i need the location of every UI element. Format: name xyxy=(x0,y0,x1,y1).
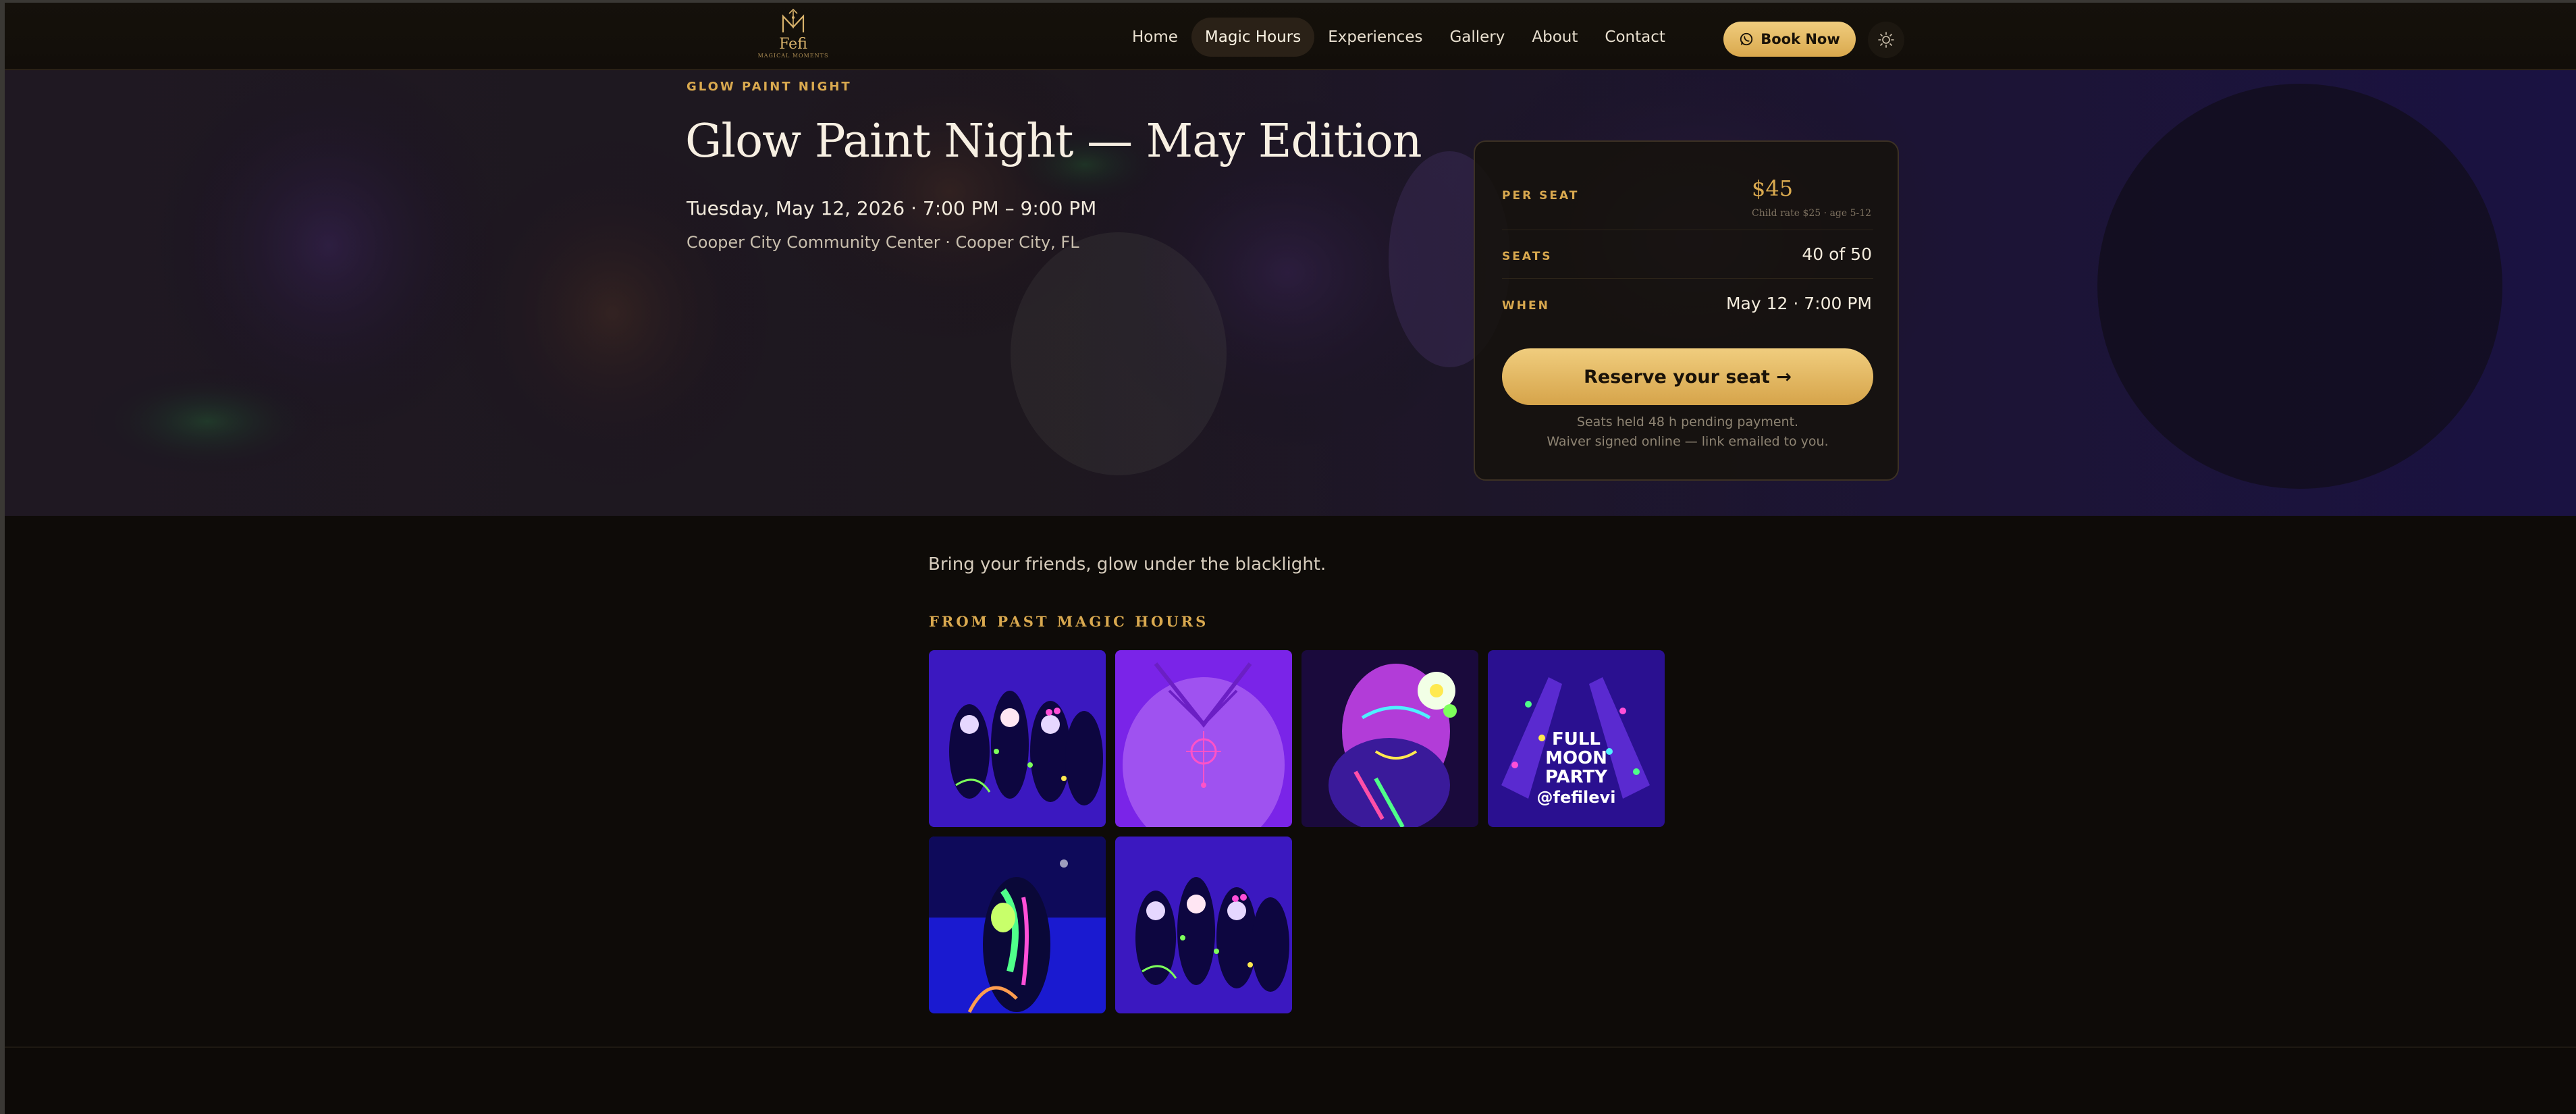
waiver-note: Waiver signed online — link emailed to y… xyxy=(1547,434,1829,449)
sun-icon xyxy=(1878,32,1894,48)
logo-emblem-icon xyxy=(782,8,805,32)
booking-card: PER SEAT $45 Child rate $25 · age 5-12 S… xyxy=(1474,140,1899,481)
book-now-button[interactable]: Book Now xyxy=(1723,22,1856,57)
reserve-seat-button[interactable]: Reserve your seat → xyxy=(1502,348,1873,405)
gallery-heading: FROM PAST MAGIC HOURS xyxy=(929,613,1209,630)
page-footer xyxy=(5,1048,2576,1114)
event-eyebrow: GLOW PAINT NIGHT xyxy=(687,80,852,94)
nav-link-about[interactable]: About xyxy=(1518,18,1591,57)
event-title: Glow Paint Night — May Edition xyxy=(685,115,1422,168)
thumb-text-moon: MOON xyxy=(1545,748,1607,768)
price-value: $45 xyxy=(1752,176,1794,201)
when-label: WHEN xyxy=(1502,299,1550,313)
gallery-image-uv-group[interactable] xyxy=(929,650,1106,827)
seats-label: SEATS xyxy=(1502,250,1553,263)
theme-toggle-button[interactable] xyxy=(1868,22,1904,58)
child-rate-note: Child rate $25 · age 5-12 xyxy=(1752,208,1872,219)
logo-tagline: MAGICAL MOMENTS xyxy=(757,53,829,59)
top-navigation: Fefi MAGICAL MOMENTS Home Magic Hours Ex… xyxy=(5,3,2576,70)
nav-link-home[interactable]: Home xyxy=(1119,18,1191,57)
past-events-gallery: FULL MOON PARTY @fefilevi xyxy=(929,650,1665,1013)
thumb-text-full: FULL xyxy=(1552,729,1601,749)
site-logo[interactable]: Fefi MAGICAL MOMENTS xyxy=(753,8,834,62)
nav-link-magic-hours[interactable]: Magic Hours xyxy=(1191,18,1315,57)
whatsapp-icon xyxy=(1740,32,1753,46)
event-datetime: Tuesday, May 12, 2026 · 7:00 PM – 9:00 P… xyxy=(687,197,1097,219)
gallery-image-uv-back-paint[interactable] xyxy=(1115,650,1292,827)
nav-link-contact[interactable]: Contact xyxy=(1591,18,1678,57)
nav-link-experiences[interactable]: Experiences xyxy=(1314,18,1436,57)
gallery-image-uv-dancer[interactable] xyxy=(929,837,1106,1013)
event-location: Cooper City Community Center · Cooper Ci… xyxy=(687,233,1079,252)
per-seat-label: PER SEAT xyxy=(1502,189,1580,203)
thumb-text-handle: @fefilevi xyxy=(1537,788,1616,807)
gallery-image-uv-group-2[interactable] xyxy=(1115,837,1292,1013)
when-value: May 12 · 7:00 PM xyxy=(1725,294,1872,313)
thumb-text-party: PARTY xyxy=(1545,767,1608,787)
book-now-label: Book Now xyxy=(1761,31,1840,47)
gallery-image-full-moon-party[interactable]: FULL MOON PARTY @fefilevi xyxy=(1488,650,1665,827)
seats-value: 40 of 50 xyxy=(1802,244,1872,264)
nav-link-gallery[interactable]: Gallery xyxy=(1436,18,1518,57)
gallery-image-uv-face-paint[interactable] xyxy=(1302,650,1478,827)
nav-links: Home Magic Hours Experiences Gallery Abo… xyxy=(1119,16,1679,58)
hold-note: Seats held 48 h pending payment. xyxy=(1576,415,1799,429)
card-divider xyxy=(1502,278,1873,279)
event-description: Bring your friends, glow under the black… xyxy=(928,554,1326,575)
window-frame-left xyxy=(0,0,5,1114)
logo-name: Fefi xyxy=(779,36,807,53)
